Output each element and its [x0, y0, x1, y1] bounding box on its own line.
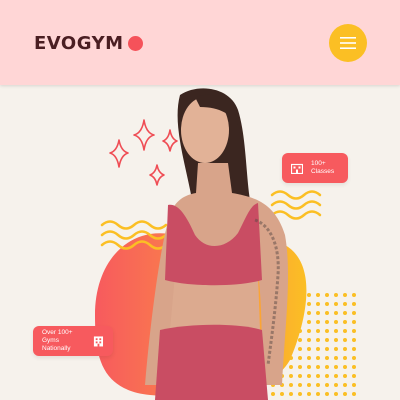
brand-logo[interactable]: EVOGYM	[34, 33, 143, 54]
sparkle-icons	[109, 119, 178, 186]
logo-dot	[127, 36, 143, 51]
building-icon	[291, 163, 303, 174]
gyms-badge: Over 100+ Gyms Nationally	[33, 326, 113, 356]
logo-text: EVOGYM	[34, 33, 124, 54]
menu-button[interactable]	[329, 24, 367, 62]
hamburger-icon	[340, 37, 356, 49]
classes-badge: 100+ Classes	[282, 153, 348, 183]
top-navbar: EVOGYM	[0, 0, 400, 85]
athlete-figure	[145, 88, 289, 400]
classes-badge-text: 100+ Classes	[311, 160, 335, 175]
buildings-icon	[93, 336, 104, 347]
hero-section: 100+ Classes Over 100+ Gyms Nationally	[0, 85, 400, 400]
gyms-badge-text: Over 100+ Gyms Nationally	[42, 329, 73, 352]
wave-lines-right	[270, 190, 322, 220]
